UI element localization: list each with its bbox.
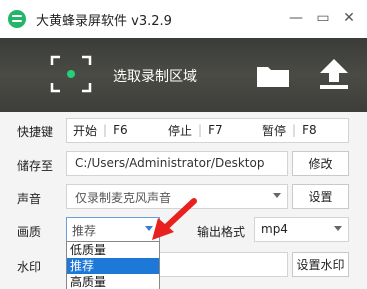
hotkey-stop-action: 停止 xyxy=(168,123,193,138)
app-logo-icon xyxy=(8,10,26,28)
annotation-arrow-icon xyxy=(152,198,197,240)
quality-option-low[interactable]: 低质量 xyxy=(67,242,159,258)
folder-icon[interactable] xyxy=(257,65,289,87)
quality-option-recommended[interactable]: 推荐 xyxy=(67,258,159,274)
hotkey-label: 快捷键 xyxy=(17,125,54,139)
close-button[interactable]: ✕ xyxy=(339,8,359,28)
watermark-field[interactable] xyxy=(158,252,288,277)
audio-label: 声音 xyxy=(17,192,42,206)
output-format-value: mp4 xyxy=(261,222,288,236)
quality-option-high[interactable]: 高质量 xyxy=(67,274,159,289)
minimize-button[interactable]: — xyxy=(286,8,306,28)
window-title: 大黄蜂录屏软件 v3.2.9 xyxy=(36,14,172,29)
save-path-field[interactable]: C:/Users/Administrator/Desktop xyxy=(66,151,288,176)
hotkey-start[interactable]: 开始 | F6 xyxy=(73,118,128,142)
hotkey-start-action: 开始 xyxy=(73,123,98,138)
chevron-down-icon xyxy=(273,193,281,198)
hotkey-pause-key: F8 xyxy=(302,123,317,137)
quality-dropdown-list: 低质量 推荐 高质量 xyxy=(66,241,160,289)
upload-icon[interactable] xyxy=(320,59,348,89)
quality-label: 画质 xyxy=(17,225,42,239)
chevron-down-icon xyxy=(334,226,342,231)
save-path-value: C:/Users/Administrator/Desktop xyxy=(75,156,265,170)
capture-region-icon[interactable] xyxy=(50,55,92,93)
header-bar: 选取录制区域 xyxy=(0,38,367,112)
app-window: 大黄蜂录屏软件 v3.2.9 — ▭ ✕ 选取录制区域 快捷键 开始 | F6 … xyxy=(0,0,367,289)
hotkey-pause-action: 暂停 xyxy=(262,123,287,138)
output-format-select[interactable]: mp4 xyxy=(254,217,349,242)
change-path-button[interactable]: 修改 xyxy=(292,151,349,176)
hotkey-stop-key: F7 xyxy=(208,123,223,137)
save-to-label: 储存至 xyxy=(17,159,54,173)
quality-select[interactable]: 推荐 xyxy=(66,217,160,242)
hotkey-start-key: F6 xyxy=(113,123,128,137)
output-format-label: 输出格式 xyxy=(197,225,246,239)
watermark-settings-button[interactable]: 设置水印 xyxy=(292,252,349,277)
audio-settings-button[interactable]: 设置 xyxy=(292,184,349,209)
title-bar[interactable]: 大黄蜂录屏软件 v3.2.9 — ▭ ✕ xyxy=(0,0,367,38)
quality-select-value: 推荐 xyxy=(72,224,97,238)
hotkey-stop[interactable]: 停止 | F7 xyxy=(168,118,223,142)
watermark-label: 水印 xyxy=(17,260,42,274)
restore-button[interactable]: ▭ xyxy=(313,8,333,28)
hotkey-pause[interactable]: 暂停 | F8 xyxy=(262,118,317,142)
capture-region-label[interactable]: 选取录制区域 xyxy=(113,66,197,86)
